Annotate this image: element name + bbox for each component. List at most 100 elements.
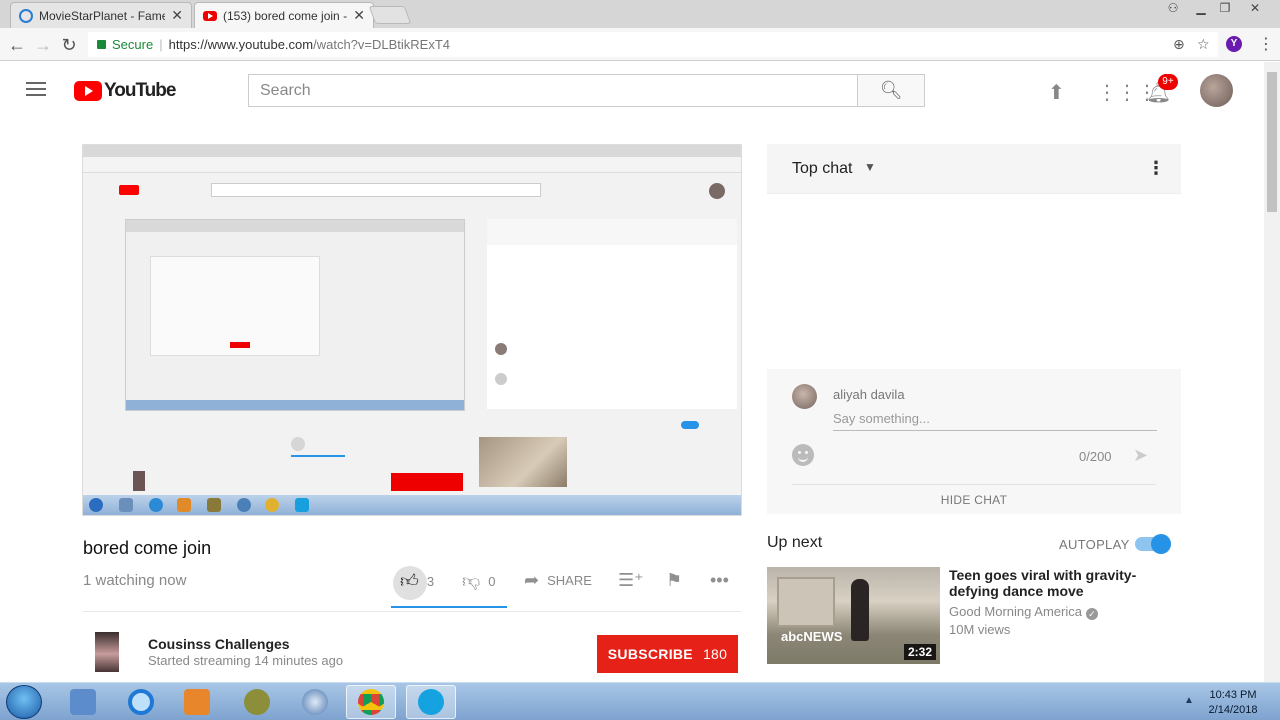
tab-title: MovieStarPlanet - Fame [39, 8, 166, 23]
subscribe-label: SUBSCRIBE [607, 646, 693, 662]
taskbar-app-5[interactable] [290, 685, 340, 719]
upload-icon[interactable]: ⬆ [1048, 80, 1065, 105]
up-next-channel-name: Good Morning America [949, 604, 1082, 619]
add-to-playlist-button[interactable]: ☰⁺ [618, 570, 652, 591]
up-next-video-title[interactable]: Teen goes viral with gravity-defying dan… [949, 567, 1149, 599]
up-next-views: 10M views [949, 622, 1011, 637]
up-next-thumbnail[interactable]: abcNEWS 2:32 [767, 567, 940, 664]
taskbar-internet-explorer[interactable] [116, 685, 166, 719]
youtube-play-icon [74, 81, 102, 101]
tab-youtube[interactable]: (153) bored come join - ✕ [194, 2, 374, 28]
system-clock[interactable]: 10:43 PM 2/14/2018 [1200, 688, 1266, 718]
menu-icon[interactable] [26, 82, 46, 96]
search-icon: 🔍︎ [879, 80, 903, 100]
chat-input-area: aliyah davila 0/200 ➤ HIDE CHAT [767, 369, 1181, 514]
taskbar-app-4[interactable] [232, 685, 282, 719]
omnibox[interactable]: Secure | https://www.youtube.com/watch?v… [88, 32, 1218, 57]
bookmark-star-icon[interactable]: ☆ [1197, 36, 1210, 53]
send-icon[interactable]: ➤ [1133, 445, 1148, 466]
new-tab-button[interactable] [368, 6, 412, 24]
close-tab-icon[interactable]: ✕ [353, 7, 365, 24]
subscribe-button[interactable]: SUBSCRIBE 180 [597, 635, 738, 673]
restore-icon[interactable]: ❐ [1212, 0, 1238, 18]
hide-chat-button[interactable]: HIDE CHAT [767, 493, 1181, 507]
divider [792, 484, 1156, 485]
chat-user-avatar [792, 384, 817, 409]
app-icon [70, 689, 96, 715]
page-scrollbar[interactable] [1264, 62, 1280, 682]
report-button[interactable]: ⚑ [666, 570, 690, 591]
close-window-icon[interactable]: ✕ [1242, 0, 1268, 18]
mini-subscribe-button [391, 473, 463, 491]
account-avatar[interactable] [1200, 74, 1233, 107]
youtube-logo[interactable]: YouTube [74, 80, 176, 102]
close-tab-icon[interactable]: ✕ [171, 7, 183, 24]
separator: | [159, 37, 163, 52]
autoplay-label: AUTOPLAY [1059, 537, 1130, 552]
video-duration: 2:32 [903, 644, 936, 660]
share-button[interactable]: ➦ SHARE [524, 570, 592, 591]
channel-name[interactable]: Cousinss Challenges [148, 636, 290, 652]
mini-upnext-thumb [479, 437, 567, 487]
youtube-favicon-icon [203, 10, 217, 21]
mini-channel-avatar [133, 471, 145, 491]
start-button[interactable] [6, 685, 42, 719]
chrome-icon [358, 689, 384, 715]
chevron-down-icon[interactable]: ▼ [864, 160, 876, 174]
windows-taskbar: ▲ 10:43 PM 2/14/2018 [0, 682, 1280, 720]
zoom-icon[interactable]: ⊕ [1173, 36, 1185, 53]
more-vertical-icon[interactable]: ⋮ [1147, 158, 1165, 179]
live-chat-panel: Top chat ▼ ⋮ aliyah davila 0/200 ➤ HIDE … [767, 144, 1181, 514]
taskbar-chrome[interactable] [346, 685, 396, 719]
channel-avatar[interactable] [95, 632, 119, 672]
chrome-menu-icon[interactable]: ⋮ [1258, 34, 1274, 54]
video-player[interactable] [82, 144, 742, 516]
thumbnail-figure [851, 579, 869, 641]
nested-screen [125, 219, 465, 411]
url-host: https://www.youtube.com [168, 37, 314, 52]
char-count: 0/200 [1079, 449, 1112, 464]
logo-text: YouTube [104, 80, 176, 101]
search-button[interactable]: 🔍︎ [857, 74, 925, 107]
minimize-icon[interactable]: ▁ [1188, 0, 1214, 18]
mini-like-underline [291, 455, 345, 457]
tab-moviestarplanet[interactable]: MovieStarPlanet - Fame ✕ [10, 2, 192, 28]
thumbs-up-icon: 👍︎ [400, 571, 419, 591]
mini-address-bar [83, 157, 741, 173]
sentiment-bar [391, 606, 507, 608]
scrollbar-thumb[interactable] [1267, 72, 1277, 212]
share-icon: ➦ [524, 570, 540, 590]
mini-taskbar [83, 495, 741, 515]
search-input[interactable] [248, 74, 858, 107]
share-label: SHARE [547, 573, 592, 588]
clock-date: 2/14/2018 [1208, 704, 1258, 716]
video-title: bored come join [83, 538, 212, 558]
taskbar-skype[interactable] [406, 685, 456, 719]
more-actions-button[interactable]: ••• [710, 570, 737, 591]
skype-icon [418, 689, 444, 715]
like-button[interactable]: 👍︎ 3 [400, 570, 434, 592]
autoplay-toggle[interactable] [1135, 534, 1171, 554]
reload-icon[interactable]: ↻ [58, 34, 80, 56]
taskbar-media-player[interactable] [172, 685, 222, 719]
clock-time: 10:43 PM [1209, 689, 1257, 701]
emoji-icon[interactable] [792, 444, 814, 466]
user-icon[interactable]: ⚇ [1160, 0, 1186, 18]
dislike-count: 0 [488, 573, 496, 589]
forward-arrow-icon[interactable]: → [32, 34, 54, 56]
profile-icon[interactable]: Y [1226, 36, 1242, 52]
chat-author-name: aliyah davila [833, 387, 905, 402]
flag-icon: ⚑ [666, 570, 683, 590]
verified-icon: ✓ [1085, 608, 1098, 620]
divider [83, 611, 741, 612]
chat-message-input[interactable] [833, 407, 1157, 431]
chat-mode-select[interactable]: Top chat [792, 160, 852, 178]
youtube-header: YouTube 🔍︎ ⬆ ⋮⋮⋮ 🔔︎ 9+ [0, 62, 1264, 120]
chat-header: Top chat ▼ ⋮ [767, 144, 1181, 194]
tray-expand-icon[interactable]: ▲ [1184, 695, 1194, 706]
back-arrow-icon[interactable]: ← [6, 34, 28, 56]
dislike-button[interactable]: 👎︎ 0 [462, 570, 496, 592]
taskbar-app-1[interactable] [58, 685, 108, 719]
tab-title: (153) bored come join - [223, 8, 348, 23]
stream-start-time: Started streaming 14 minutes ago [148, 653, 344, 668]
